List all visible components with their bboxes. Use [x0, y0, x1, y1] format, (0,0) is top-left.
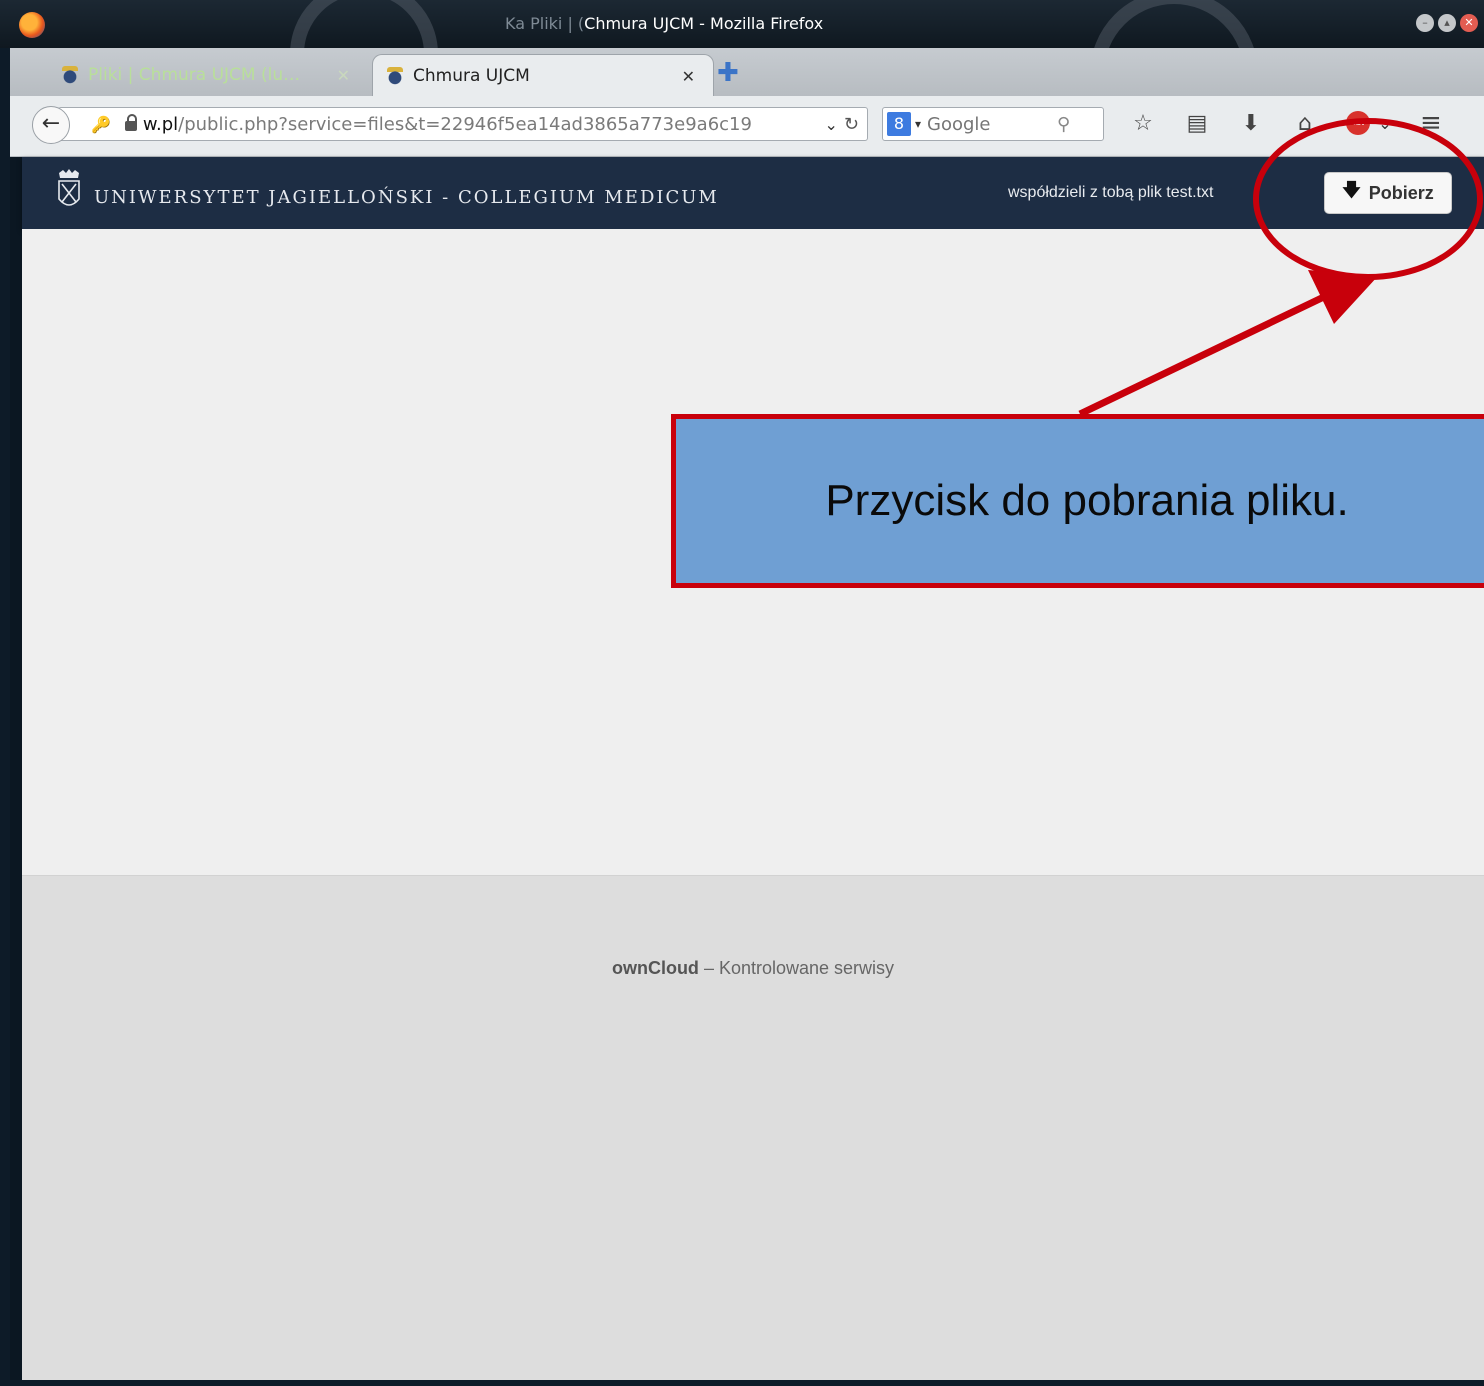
- back-button[interactable]: ←: [32, 106, 70, 144]
- download-arrow-icon: 🡇: [1342, 180, 1361, 200]
- search-bar[interactable]: 8 ▾ ⚲: [882, 107, 1104, 141]
- page-footer: ownCloud – Kontrolowane serwisy: [22, 875, 1484, 1381]
- tab-close-icon[interactable]: ✕: [682, 67, 695, 86]
- url-path: /public.php?service=files&t=22946f5ea14a…: [178, 113, 752, 135]
- page-header: UNIWERSYTET JAGIELLOŃSKI - COLLEGIUM MED…: [22, 157, 1484, 229]
- download-label: Pobierz: [1368, 182, 1434, 203]
- url-domain: w.pl: [142, 113, 179, 135]
- url-bar[interactable]: 🔑 w.pl/public.php?service=files&t=22946f…: [58, 107, 868, 141]
- search-engine-dropdown-icon[interactable]: ▾: [915, 117, 921, 131]
- new-tab-icon[interactable]: ✚: [717, 60, 739, 86]
- ujcm-favicon-icon: [387, 67, 403, 85]
- adblock-plus-icon: ABP: [1346, 111, 1371, 135]
- tab-label: Pliki | Chmura UJCM (lu…: [88, 65, 301, 85]
- minimize-button[interactable]: –: [1416, 14, 1434, 32]
- url-text[interactable]: w.pl/public.php?service=files&t=22946f5e…: [143, 114, 819, 135]
- window-title-prefix: Ka Pliki | (: [505, 14, 585, 33]
- share-info-text: współdzieli z tobą plik test.txt: [1008, 184, 1214, 201]
- tab-chmura-ujcm[interactable]: Chmura UJCM ✕: [372, 54, 714, 97]
- lock-icon: [124, 114, 137, 131]
- reload-icon[interactable]: ↻: [844, 114, 859, 135]
- window-bottom-border: [0, 1380, 1484, 1386]
- window-controls: – ▴ ✕: [1416, 14, 1478, 32]
- tab-close-icon[interactable]: ✕: [337, 66, 350, 85]
- search-icon[interactable]: ⚲: [1057, 114, 1070, 135]
- toolbar-icons: ☆ ▤ ⬇ ⌂ ABP ⌄ ≡: [1116, 108, 1442, 138]
- url-dropdown-icon[interactable]: ⌄: [825, 115, 838, 134]
- window-title: Ka Pliki | (Chmura UJCM - Mozilla Firefo…: [505, 14, 823, 33]
- footer-text: ownCloud – Kontrolowane serwisy: [22, 958, 1484, 979]
- maximize-button[interactable]: ▴: [1438, 14, 1456, 32]
- navigation-bar: 🔑 w.pl/public.php?service=files&t=22946f…: [10, 96, 1484, 157]
- window-titlebar[interactable]: Ka Pliki | (Chmura UJCM - Mozilla Firefo…: [0, 0, 1484, 48]
- home-icon[interactable]: ⌂: [1278, 111, 1332, 136]
- tab-label: Chmura UJCM: [413, 66, 530, 86]
- university-crest-icon: [58, 169, 80, 206]
- reading-list-icon[interactable]: ▤: [1170, 111, 1224, 136]
- bookmark-star-icon[interactable]: ☆: [1116, 111, 1170, 136]
- downloads-icon[interactable]: ⬇: [1224, 111, 1278, 136]
- tab-strip: Pliki | Chmura UJCM (lu… ✕ Chmura UJCM ✕…: [10, 48, 1484, 97]
- site-identity-icon[interactable]: 🔑: [91, 115, 111, 134]
- footer-tagline: – Kontrolowane serwisy: [698, 958, 895, 978]
- download-button[interactable]: 🡇 Pobierz: [1324, 172, 1452, 214]
- desktop-decoration: [290, 0, 438, 48]
- search-engine-icon[interactable]: 8: [887, 112, 911, 136]
- university-name[interactable]: UNIWERSYTET JAGIELLOŃSKI - COLLEGIUM MED…: [94, 187, 719, 208]
- ujcm-favicon-icon: [62, 66, 78, 84]
- annotation-callout-box: Przycisk do pobrania pliku.: [671, 414, 1484, 588]
- window-title-main: Chmura UJCM - Mozilla Firefox: [584, 14, 824, 33]
- annotation-callout-text: Przycisk do pobrania pliku.: [825, 476, 1349, 525]
- hamburger-menu-icon[interactable]: ≡: [1420, 108, 1442, 138]
- footer-brand-link[interactable]: ownCloud: [612, 958, 699, 978]
- adblock-dropdown-icon[interactable]: ⌄: [1378, 114, 1391, 133]
- search-input[interactable]: [925, 112, 1050, 136]
- close-window-button[interactable]: ✕: [1460, 14, 1478, 32]
- firefox-logo-icon[interactable]: [19, 12, 45, 38]
- tab-pliki[interactable]: Pliki | Chmura UJCM (lu… ✕: [50, 54, 368, 96]
- window-frame: [0, 0, 10, 1386]
- desktop-decoration: [1090, 0, 1258, 48]
- adblock-plus-button[interactable]: ABP ⌄: [1332, 111, 1406, 135]
